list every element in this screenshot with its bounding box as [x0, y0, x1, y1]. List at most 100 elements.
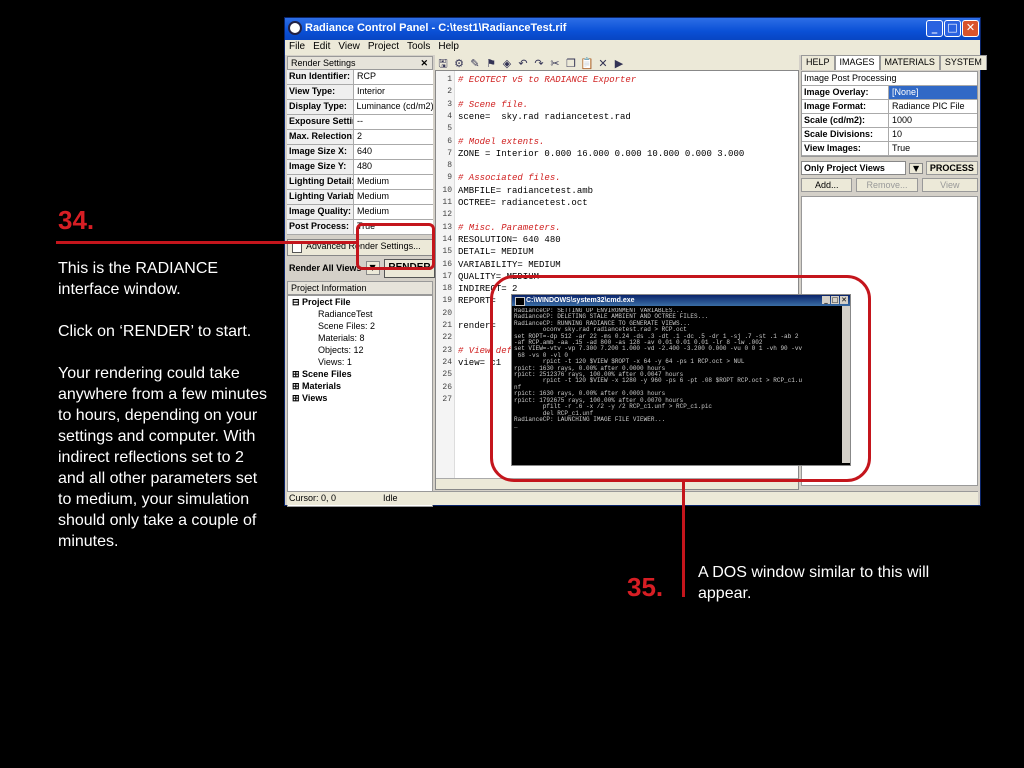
- code-line[interactable]: ZONE = Interior 0.000 16.000 0.000 10.00…: [458, 149, 744, 159]
- menu-file[interactable]: File: [285, 40, 309, 53]
- step-35-text: A DOS window similar to this will appear…: [698, 564, 930, 602]
- view-filter-select[interactable]: Only Project Views: [801, 161, 907, 175]
- image-setting-value[interactable]: 1000: [889, 114, 912, 127]
- setting-row[interactable]: Exposure Settin --: [287, 115, 433, 130]
- setting-row[interactable]: Image Size X: 640: [287, 145, 433, 160]
- setting-value[interactable]: Medium: [354, 190, 389, 204]
- run-icon[interactable]: ▶: [611, 57, 627, 70]
- menu-project[interactable]: Project: [364, 40, 403, 53]
- tree-item[interactable]: Materials: 8: [288, 332, 432, 344]
- setting-row[interactable]: Display Type: Luminance (cd/m2): [287, 100, 433, 115]
- image-setting-row[interactable]: Scale (cd/m2): 1000: [802, 114, 977, 128]
- setting-label: View Type:: [287, 85, 354, 99]
- callout-line-34: [56, 241, 358, 244]
- setting-value[interactable]: Medium: [354, 205, 389, 219]
- setting-row[interactable]: Max. Relection: 2: [287, 130, 433, 145]
- code-line[interactable]: # ECOTECT v5 to RADIANCE Exporter: [458, 75, 636, 85]
- menu-edit[interactable]: Edit: [309, 40, 334, 53]
- tree-item[interactable]: Scene Files: 2: [288, 320, 432, 332]
- tree-item[interactable]: Objects: 12: [288, 344, 432, 356]
- tree-item-scene-files[interactable]: ⊞ Scene Files: [288, 368, 432, 380]
- paste-icon[interactable]: 📋: [579, 57, 595, 70]
- tree-item[interactable]: RadianceTest: [288, 308, 432, 320]
- checkbox-icon[interactable]: [292, 243, 302, 253]
- setting-row[interactable]: Image Size Y: 480: [287, 160, 433, 175]
- setting-value[interactable]: Medium: [354, 175, 389, 189]
- code-line[interactable]: AMBFILE= radiancetest.amb: [458, 186, 593, 196]
- tree-item-views[interactable]: ⊞ Views: [288, 392, 432, 404]
- flag-icon[interactable]: ⚑: [483, 57, 499, 70]
- tree-item-materials[interactable]: ⊞ Materials: [288, 380, 432, 392]
- remove-button[interactable]: Remove...: [856, 178, 918, 192]
- setting-row[interactable]: Lighting Variabi Medium: [287, 190, 433, 205]
- add-button[interactable]: Add...: [801, 178, 853, 192]
- tab-system[interactable]: SYSTEM: [939, 55, 987, 70]
- code-line[interactable]: VARIABILITY= MEDIUM: [458, 260, 561, 270]
- tree-item[interactable]: Views: 1: [288, 356, 432, 368]
- code-line[interactable]: # Misc. Parameters.: [458, 223, 561, 233]
- cut-icon[interactable]: ✂: [547, 57, 563, 70]
- menu-help[interactable]: Help: [434, 40, 463, 53]
- setting-row[interactable]: Lighting Detail: Medium: [287, 175, 433, 190]
- pin-icon[interactable]: ✎: [467, 57, 483, 70]
- menu-tools[interactable]: Tools: [403, 40, 434, 53]
- code-line[interactable]: DETAIL= MEDIUM: [458, 247, 534, 257]
- code-line[interactable]: # Model extents.: [458, 137, 544, 147]
- menu-view[interactable]: View: [334, 40, 364, 53]
- image-setting-value[interactable]: 10: [889, 128, 902, 141]
- setting-value[interactable]: Luminance (cd/m2): [354, 100, 433, 114]
- setting-value[interactable]: 480: [354, 160, 372, 174]
- setting-value[interactable]: Interior: [354, 85, 385, 99]
- close-button[interactable]: ✕: [962, 20, 979, 37]
- settings-table: Run Identifier: RCP View Type: Interior Disp…: [287, 70, 433, 235]
- line-number: 25: [442, 370, 452, 380]
- setting-row[interactable]: Run Identifier: RCP: [287, 70, 433, 85]
- image-setting-label: Scale Divisions:: [802, 128, 889, 141]
- setting-row[interactable]: View Type: Interior: [287, 85, 433, 100]
- process-button[interactable]: PROCESS: [925, 161, 978, 175]
- render-icon[interactable]: ◈: [499, 57, 515, 70]
- tab-images[interactable]: IMAGES: [834, 55, 880, 70]
- line-number: 23: [442, 345, 452, 355]
- image-setting-value[interactable]: Radiance PIC File: [889, 100, 965, 113]
- code-line[interactable]: OCTREE= radiancetest.oct: [458, 198, 588, 208]
- setting-label: Image Quality:: [287, 205, 354, 219]
- setting-value[interactable]: 2: [354, 130, 362, 144]
- tab-help[interactable]: HELP: [801, 55, 835, 70]
- code-line[interactable]: RESOLUTION= 640 480: [458, 235, 561, 245]
- line-number: 24: [442, 357, 452, 367]
- setting-label: Post Process:: [287, 220, 354, 234]
- setting-value[interactable]: 640: [354, 145, 372, 159]
- tab-materials[interactable]: MATERIALS: [879, 55, 940, 70]
- project-tree: ⊟ Project File RadianceTest Scene Files:…: [287, 295, 433, 507]
- image-setting-row[interactable]: Scale Divisions: 10: [802, 128, 977, 142]
- setting-value[interactable]: --: [354, 115, 363, 129]
- image-setting-row[interactable]: Image Format: Radiance PIC File: [802, 100, 977, 114]
- title-bar[interactable]: Radiance Control Panel - C:\test1\Radian…: [285, 18, 980, 40]
- step-number-34: 34.: [58, 205, 95, 235]
- code-line[interactable]: # Associated files.: [458, 173, 561, 183]
- dos-highlight: [490, 275, 871, 482]
- tree-item-project-file[interactable]: ⊟ Project File: [288, 296, 432, 308]
- dropdown-arrow-icon[interactable]: ▼: [909, 162, 923, 174]
- image-setting-row[interactable]: Image Overlay: [None]: [802, 86, 977, 100]
- setting-value[interactable]: RCP: [354, 70, 376, 84]
- maximize-button[interactable]: □: [944, 20, 961, 37]
- view-button[interactable]: View: [921, 178, 978, 192]
- code-line[interactable]: scene= sky.rad radiancetest.rad: [458, 112, 631, 122]
- copy-icon[interactable]: ❐: [563, 57, 579, 70]
- redo-icon[interactable]: ↷: [531, 57, 547, 70]
- delete-icon[interactable]: ✕: [595, 57, 611, 70]
- setting-row[interactable]: Image Quality: Medium: [287, 205, 433, 220]
- code-line[interactable]: # Scene file.: [458, 100, 528, 110]
- render-views-select[interactable]: Render All Views: [287, 263, 362, 273]
- close-icon[interactable]: ✕: [420, 57, 428, 69]
- render-highlight: [356, 223, 435, 270]
- line-number: 1: [447, 75, 452, 84]
- image-setting-row[interactable]: View Images: True: [802, 142, 977, 156]
- minimize-button[interactable]: _: [926, 20, 943, 37]
- image-setting-value[interactable]: True: [889, 142, 910, 155]
- image-setting-value[interactable]: [None]: [889, 86, 977, 99]
- undo-icon[interactable]: ↶: [515, 57, 531, 70]
- tool-icon[interactable]: ⚙: [451, 57, 467, 70]
